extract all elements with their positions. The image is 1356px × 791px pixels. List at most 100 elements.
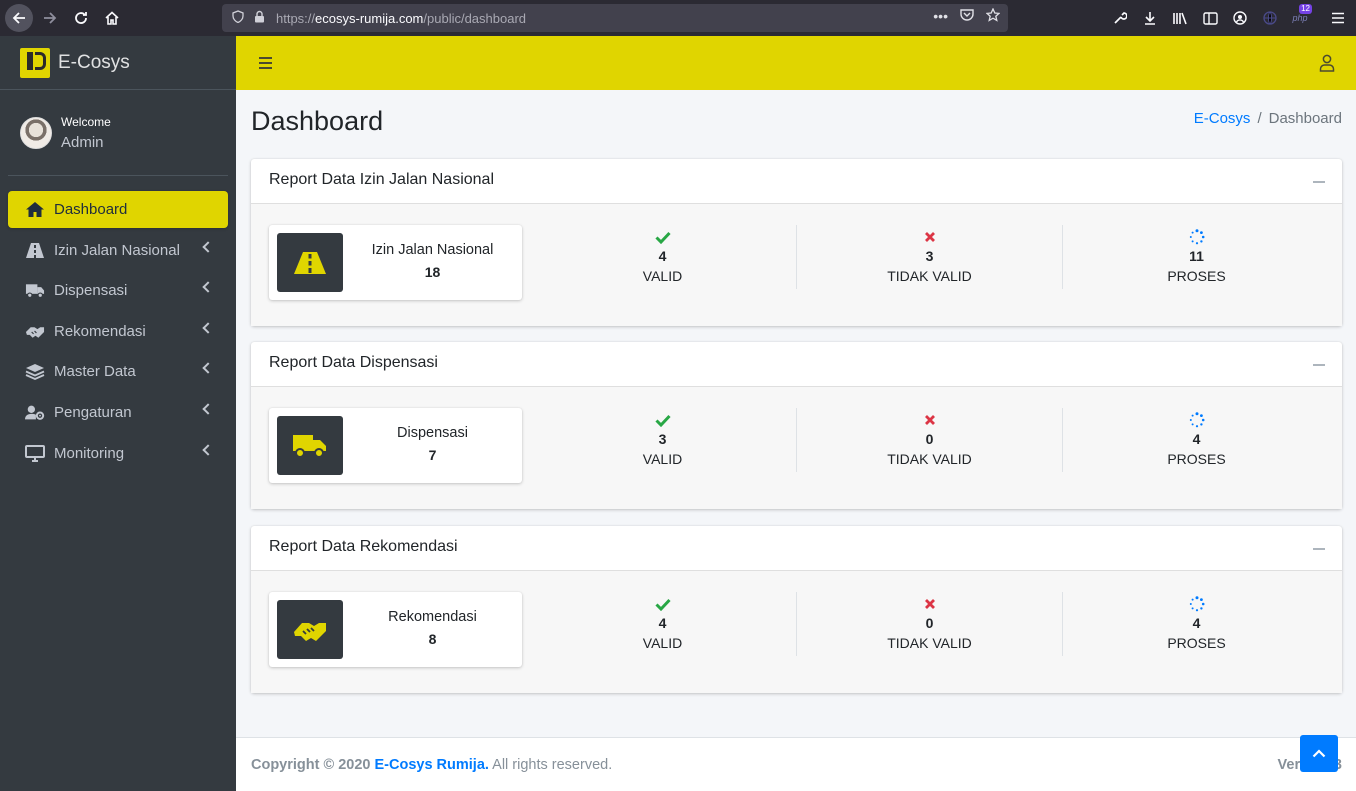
stat-number: 4 [1192, 615, 1201, 631]
card-title: Report Data Dispensasi [269, 354, 438, 371]
account-icon[interactable] [1228, 4, 1252, 32]
more-actions-icon[interactable]: ••• [933, 8, 948, 25]
info-box-number: 7 [428, 447, 437, 463]
stat-proses: 11 PROSES [1063, 225, 1330, 289]
home-browser-icon[interactable] [98, 4, 126, 32]
content-wrapper: Dashboard E-Cosys / Dashboard Report Data … [236, 90, 1356, 737]
stat-label: PROSES [1167, 451, 1226, 467]
sidebar-item-master-data[interactable]: Master Data [8, 353, 228, 390]
times-icon [797, 594, 1062, 614]
avatar[interactable] [20, 116, 52, 149]
breadcrumb-home-link[interactable]: E-Cosys [1194, 110, 1251, 127]
sidebar-item-dashboard[interactable]: Dashboard [8, 191, 228, 228]
chevron-left-icon [202, 240, 214, 253]
stat-label: VALID [642, 451, 683, 467]
footer-brand-link[interactable]: E-Cosys Rumija. [375, 757, 489, 773]
sidebar-item-label: Master Data [54, 363, 136, 381]
users-cog-icon [25, 403, 45, 421]
user-name[interactable]: Admin [61, 134, 111, 151]
sidebar-item-label: Monitoring [54, 444, 125, 462]
app-menu-icon[interactable] [1326, 4, 1350, 32]
footer-copyright: Copyright © 2020 E-Cosys Rumija. All rig… [251, 757, 613, 773]
card-title: Report Data Rekomendasi [269, 538, 458, 555]
layers-icon [25, 363, 45, 381]
collapse-minus-icon[interactable] [1313, 181, 1325, 183]
stat-valid: 3 VALID [529, 408, 796, 472]
sidebar-item-pengaturan[interactable]: Pengaturan [8, 394, 228, 431]
wrench-icon[interactable] [1108, 4, 1132, 32]
sidebar-menu: Dashboard Izin Jalan Nasional Dispensasi… [0, 191, 236, 472]
menu-toggle-icon[interactable] [259, 57, 272, 69]
sidebar-item-dispensasi[interactable]: Dispensasi [8, 272, 228, 309]
sidebar: E-Cosys Welcome Admin Dashboard Izin Jal… [0, 36, 236, 791]
top-navbar [236, 36, 1356, 90]
extension-globe-icon[interactable] [1258, 4, 1282, 32]
reload-icon[interactable] [67, 4, 95, 32]
collapse-minus-icon[interactable] [1313, 548, 1325, 550]
truck-icon [25, 282, 45, 300]
road-icon [25, 241, 45, 259]
stat-number: 4 [1192, 431, 1201, 447]
forward-icon[interactable] [36, 4, 64, 32]
info-box: Rekomendasi 8 [269, 592, 522, 667]
info-box-label: Dispensasi [397, 425, 468, 441]
stat-label: VALID [642, 635, 683, 651]
stat-label: TIDAK VALID [887, 635, 972, 651]
info-box: Dispensasi 7 [269, 408, 522, 483]
report-card-dispensasi: Report Data Dispensasi Dispensasi 7 3 VA… [251, 342, 1342, 509]
road-icon [277, 233, 343, 292]
chevron-left-icon [202, 443, 214, 456]
stat-number: 0 [925, 615, 934, 631]
chevron-left-icon [202, 322, 214, 334]
stat-tidak-valid: 0 TIDAK VALID [796, 408, 1063, 472]
sidebar-item-izin-jalan-nasional[interactable]: Izin Jalan Nasional [8, 232, 228, 269]
shield-icon [232, 10, 246, 26]
info-box-number: 8 [428, 631, 437, 647]
extension-badge: 12 [1299, 4, 1312, 14]
truck-icon [277, 416, 343, 475]
collapse-minus-icon[interactable] [1313, 364, 1325, 366]
php-extension-icon[interactable]: php 12 [1288, 4, 1312, 32]
sidebar-item-rekomendasi[interactable]: Rekomendasi [8, 313, 228, 350]
brand-name: E-Cosys [58, 51, 130, 73]
times-icon [797, 227, 1062, 247]
user-panel: Welcome Admin [8, 90, 228, 176]
back-to-top-button[interactable] [1300, 735, 1338, 772]
sidebar-item-label: Dashboard [54, 201, 128, 218]
stat-label: VALID [642, 268, 683, 284]
check-icon [529, 410, 796, 430]
handshake-icon [25, 322, 45, 340]
chevron-up-icon [1312, 749, 1326, 758]
home-icon [25, 201, 45, 219]
user-menu-icon[interactable] [1319, 54, 1335, 72]
download-icon[interactable] [1138, 4, 1162, 32]
times-icon [797, 410, 1062, 430]
stat-tidak-valid: 0 TIDAK VALID [796, 592, 1063, 656]
browser-toolbar: https://ecosys-rumija.com/public/dashboa… [0, 0, 1356, 36]
stat-tidak-valid: 3 TIDAK VALID [796, 225, 1063, 289]
url-bar[interactable]: https://ecosys-rumija.com/public/dashboa… [222, 4, 1008, 32]
sidebar-item-label: Dispensasi [54, 282, 128, 300]
sidebar-toggle-icon[interactable] [1198, 4, 1222, 32]
library-icon[interactable] [1168, 4, 1192, 32]
info-box-label: Rekomendasi [388, 609, 477, 625]
stat-number: 4 [658, 248, 667, 264]
bookmark-star-icon[interactable] [985, 7, 1001, 25]
stat-label: PROSES [1167, 635, 1226, 651]
back-icon[interactable] [5, 4, 33, 32]
sidebar-item-label: Rekomendasi [54, 322, 146, 340]
sidebar-item-monitoring[interactable]: Monitoring [8, 435, 228, 472]
stat-label: TIDAK VALID [887, 451, 972, 467]
chevron-left-icon [202, 403, 214, 415]
pocket-icon[interactable] [960, 8, 974, 25]
stat-number: 4 [658, 615, 667, 631]
user-welcome: Welcome [61, 115, 111, 129]
page-title: Dashboard [251, 106, 384, 136]
report-card-izin-jalan-nasional: Report Data Izin Jalan Nasional Izin Jal… [251, 159, 1342, 326]
brand-link[interactable]: E-Cosys [0, 36, 236, 90]
stat-proses: 4 PROSES [1063, 592, 1330, 656]
info-box-label: Izin Jalan Nasional [371, 242, 494, 258]
report-card-rekomendasi: Report Data Rekomendasi Rekomendasi 8 4 … [251, 526, 1342, 693]
stat-valid: 4 VALID [529, 592, 796, 656]
info-box-number: 18 [424, 264, 441, 280]
